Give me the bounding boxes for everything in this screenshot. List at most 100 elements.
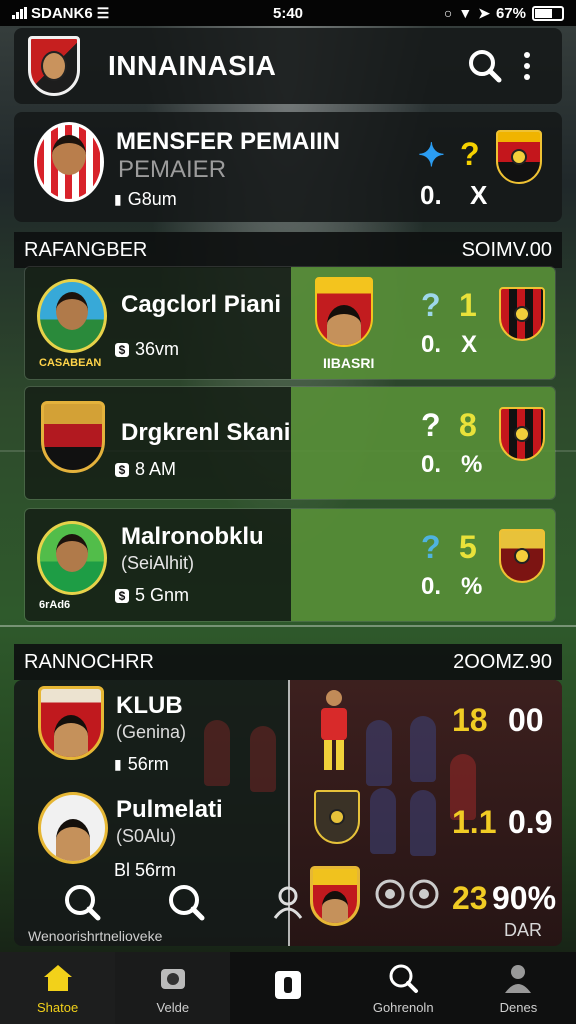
battery-icon — [532, 5, 564, 21]
extra-percent: 90% — [492, 880, 557, 916]
search-icon — [169, 885, 205, 921]
club-name: KLUB — [116, 692, 183, 719]
signal-icon — [12, 7, 27, 19]
person-icon — [273, 886, 303, 919]
pitch-line — [0, 625, 576, 627]
club-score: 1.1 — [452, 804, 497, 840]
club-crest-icon — [499, 529, 545, 583]
club-crest-icon — [38, 792, 108, 864]
list-item[interactable]: CASABEAN Cagclorl Piani $ 36vm IIBASRI ?… — [24, 266, 556, 380]
player-silhouette — [204, 720, 230, 786]
footer-right: DAR — [504, 920, 543, 940]
kebab-icon — [524, 52, 530, 80]
player-avatar — [34, 122, 104, 202]
question-mark: ? — [421, 407, 441, 443]
club-crest-icon — [499, 407, 545, 461]
player-silhouette — [370, 788, 396, 854]
list-item[interactable]: Drgkrenl Skani $ 8 AM ? 8 0. % — [24, 386, 556, 500]
player-name: Cagclorl Piani — [121, 291, 282, 318]
section-header-rafangber: RAFANGBER SOIMV.00 — [14, 232, 562, 268]
player-meta: $ 5 Gnm — [115, 585, 189, 606]
player-silhouette — [250, 726, 276, 792]
nav-label: Velde — [156, 999, 190, 1015]
player-meta-value: 5 Gnm — [135, 585, 190, 605]
search-button[interactable] — [464, 45, 506, 87]
search-button[interactable] — [60, 880, 104, 924]
club-score: 0.9 — [508, 804, 553, 840]
battery-percent: 67% — [495, 4, 526, 22]
nav-item-center[interactable] — [230, 952, 345, 1024]
club-meta-value: 56rm — [127, 754, 169, 774]
list-item[interactable]: 6rAd6 Malronobklu (SeiAlhit) $ 5 Gnm ? 5… — [24, 508, 556, 622]
club-score: 18 — [452, 702, 488, 738]
player-badge — [315, 277, 373, 347]
profile-button[interactable] — [266, 880, 310, 924]
club-panel: KLUB (Genina) ▮ 56rm 18 00 Pulmelati (S0… — [14, 680, 562, 946]
avatar-caption: 6rAd6 — [39, 599, 71, 611]
row-x: % — [461, 573, 483, 600]
ball-icon — [409, 879, 439, 909]
section-date: SOIMV.00 — [461, 238, 552, 261]
location-icon: ➤ — [478, 4, 490, 21]
price-icon: ▮ — [114, 191, 122, 207]
search-icon — [469, 50, 502, 83]
row-x: X — [461, 331, 478, 358]
club-crest-icon — [310, 866, 360, 926]
question-mark: ? — [421, 529, 441, 565]
row-score: 5 — [459, 529, 477, 565]
club-score: 00 — [508, 702, 544, 738]
alarm-icon: ○ — [443, 5, 453, 21]
nav-label: Denes — [499, 999, 538, 1015]
home-icon — [41, 962, 75, 994]
section-label: RANNOCHRR — [24, 650, 154, 673]
section-header-rannochrr: RANNOCHRR 2OOMZ.90 — [14, 644, 562, 680]
featured-x: X — [470, 180, 488, 210]
club-name: Pulmelati — [116, 796, 223, 823]
club-crest-icon — [314, 790, 360, 844]
stats-button[interactable] — [402, 872, 446, 916]
more-menu-button[interactable] — [506, 45, 548, 87]
question-mark: ? — [421, 287, 441, 323]
player-silhouette — [410, 790, 436, 856]
featured-card[interactable]: MENSFER PEMAIIN PEMAIER ▮ G8um ✦ ? 0. X — [14, 112, 562, 222]
price-icon: $ — [115, 588, 129, 603]
nav-label: Gohrenoln — [372, 999, 434, 1015]
player-meta-value: 8 AM — [135, 459, 177, 479]
price-icon: $ — [115, 462, 129, 477]
bottom-nav: Shatoe Velde Gohrenoln Denes — [0, 952, 576, 1024]
star-icon: ✦ — [418, 137, 445, 173]
row-zero: 0. — [421, 573, 442, 600]
nav-item-profile[interactable]: Denes — [461, 952, 576, 1024]
club-crest-icon — [41, 401, 105, 473]
badge-label: IIBASRI — [323, 355, 375, 371]
club-crest-icon — [496, 130, 542, 184]
extra-score: 23 — [452, 880, 488, 916]
player-name: Drgkrenl Skani — [121, 419, 291, 446]
nav-item-home[interactable]: Shatoe — [0, 952, 116, 1024]
footer-text: Wenoorishrtnelioveke — [28, 928, 163, 944]
nav-item-velde[interactable]: Velde — [115, 952, 231, 1024]
player-silhouette — [410, 716, 436, 782]
row-score: 8 — [459, 407, 477, 443]
club-sub: (Genina) — [116, 722, 187, 742]
section-date: 2OOMZ.90 — [453, 650, 552, 673]
search-button[interactable] — [164, 880, 208, 924]
price-icon: ▮ — [114, 756, 122, 772]
player-avatar — [37, 521, 107, 595]
featured-zero: 0. — [420, 180, 442, 210]
camera-icon — [156, 962, 190, 994]
club-meta-value: Bl 56rm — [114, 860, 177, 880]
row-x: % — [461, 451, 483, 478]
status-time: 5:40 — [272, 4, 304, 22]
nav-item-search[interactable]: Gohrenoln — [346, 952, 461, 1024]
player-silhouette — [366, 720, 392, 786]
club-crest-icon — [499, 287, 545, 341]
club-meta: Bl 56rm — [114, 860, 176, 881]
app-title: INNAINASIA — [108, 50, 277, 81]
avatar-caption: CASABEAN — [39, 357, 102, 369]
nav-label: Shatoe — [37, 999, 79, 1015]
player-name: Malronobklu — [121, 523, 264, 550]
player-avatar — [37, 279, 107, 353]
app-logo — [28, 36, 80, 96]
featured-subtitle: PEMAIER — [118, 156, 227, 183]
